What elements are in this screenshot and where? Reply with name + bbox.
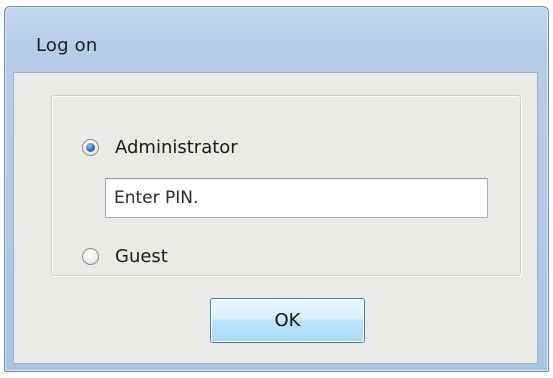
- account-group: Administrator Guest: [51, 95, 521, 276]
- logon-dialog: Log on Administrator Guest OK: [4, 6, 549, 372]
- dialog-body: Administrator Guest OK: [13, 72, 538, 364]
- administrator-radio[interactable]: [82, 139, 99, 156]
- administrator-label[interactable]: Administrator: [115, 137, 238, 158]
- ok-button[interactable]: OK: [210, 298, 365, 343]
- window-title: Log on: [36, 35, 98, 56]
- pin-input[interactable]: [105, 178, 488, 218]
- administrator-option[interactable]: Administrator: [82, 137, 238, 158]
- guest-option[interactable]: Guest: [82, 246, 168, 267]
- guest-label[interactable]: Guest: [115, 246, 168, 267]
- guest-radio[interactable]: [82, 248, 99, 265]
